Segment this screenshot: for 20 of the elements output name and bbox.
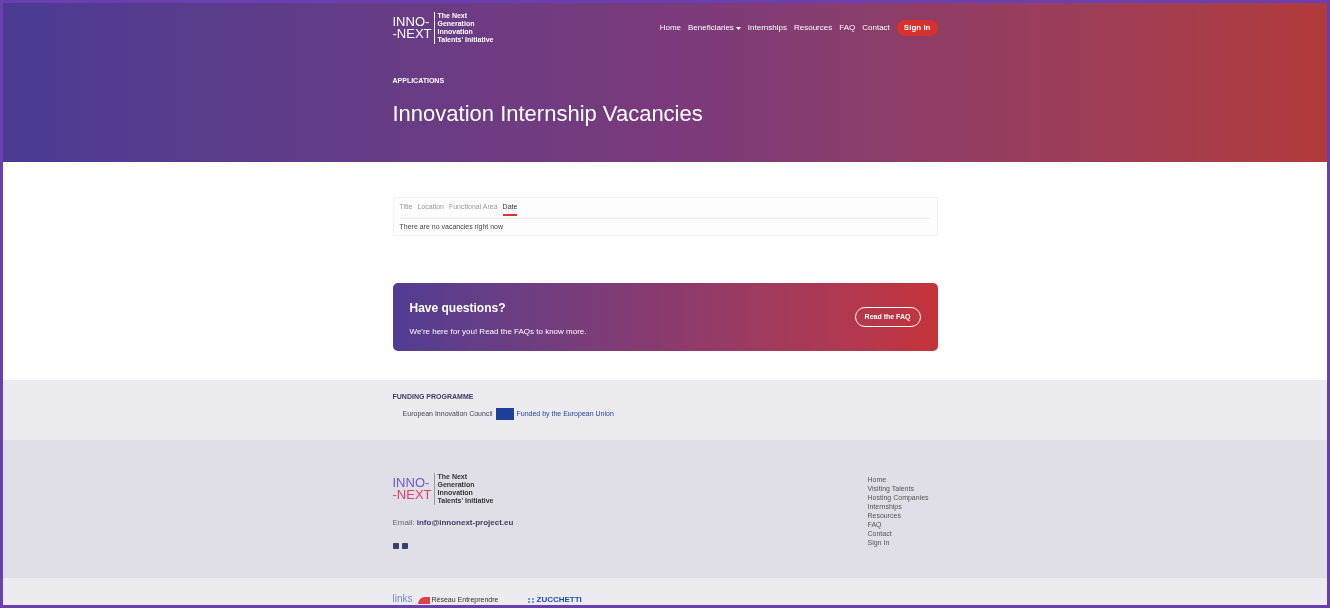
logo-mark-top: INNO- [392,477,430,490]
cta-title: Have questions? [409,300,507,317]
logo-mark-bottom: -NEXT [392,489,432,501]
email-link[interactable]: info@innonext-project.eu [416,517,514,530]
page-title: Innovation Internship Vacancies [392,99,704,128]
nav-link[interactable]: Resources [794,22,833,35]
email-label: Email: [392,517,415,530]
nav-link[interactable]: Home [659,22,682,35]
zucchetti-logo: ZUCCHETTI [536,596,582,604]
dots-icon [526,596,535,604]
logo-mark-bottom: -NEXT [392,28,432,40]
cta-text: We're here for you! Read the FAQs to know more. [409,326,587,338]
logo-mark-top: INNO- [392,16,430,29]
eu-flag-icon [495,407,514,420]
nav-link[interactable]: FAQ [839,22,856,35]
nav-link[interactable]: Beneficiaries [688,22,741,35]
links-logo: links [392,594,413,604]
nav-link[interactable]: Internships [747,22,787,35]
nav-link[interactable]: Contact [862,22,890,35]
sign-in-button[interactable]: Sign In [896,20,938,37]
